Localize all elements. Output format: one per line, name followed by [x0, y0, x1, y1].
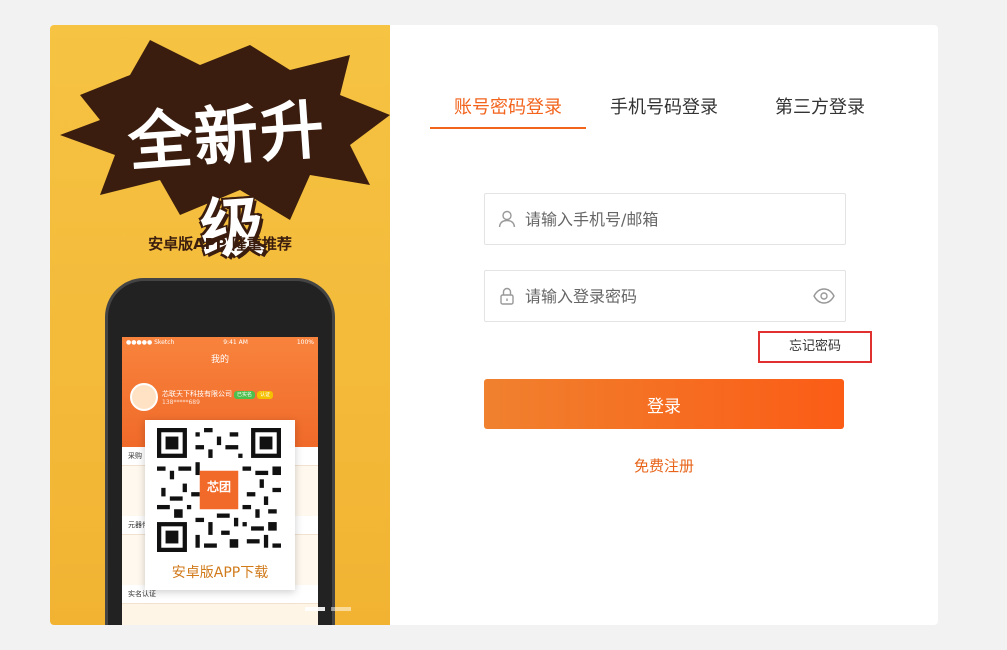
password-field[interactable] [484, 270, 846, 322]
tab-account-password[interactable]: 账号密码登录 [430, 93, 586, 119]
lock-icon [500, 287, 514, 305]
password-input[interactable] [525, 271, 805, 321]
promo-subtitle: 安卓版APP 隆重推荐 [148, 235, 292, 253]
forgot-password-link[interactable]: 忘记密码 [758, 331, 872, 363]
account-input[interactable] [525, 194, 805, 244]
eye-icon[interactable] [813, 286, 835, 306]
avatar [130, 383, 158, 411]
phone-status-bar: ●●●●● Sketch 9:41 AM 100% [126, 339, 314, 346]
login-tabs: 账号密码登录 手机号码登录 第三方登录 [430, 93, 900, 129]
qr-logo: 芯团 [206, 480, 231, 494]
user-icon [498, 210, 516, 228]
carousel-dot[interactable] [331, 607, 351, 611]
phone-profile: 芯联天下科技有限公司 已实名 认证 138*****689 [130, 383, 274, 411]
app-promo-banner: 全新升级 安卓版APP 隆重推荐 ●●●●● Sketch 9:41 AM 10… [50, 25, 390, 625]
login-button[interactable]: 登录 [484, 379, 844, 429]
account-field[interactable] [484, 193, 846, 245]
login-card: 全新升级 安卓版APP 隆重推荐 ●●●●● Sketch 9:41 AM 10… [50, 25, 938, 625]
qr-code-card: 芯团 安卓版APP下载 [145, 420, 295, 590]
phone-screen-title: 我的 [210, 355, 229, 365]
register-link[interactable]: 免费注册 [484, 455, 844, 476]
active-tab-underline [430, 127, 586, 129]
qr-caption: 安卓版APP下载 [171, 565, 269, 581]
tab-third-party-login[interactable]: 第三方登录 [742, 93, 898, 119]
tab-phone-login[interactable]: 手机号码登录 [586, 93, 742, 119]
carousel-dot[interactable] [305, 607, 325, 611]
carousel-dots[interactable] [305, 607, 351, 611]
